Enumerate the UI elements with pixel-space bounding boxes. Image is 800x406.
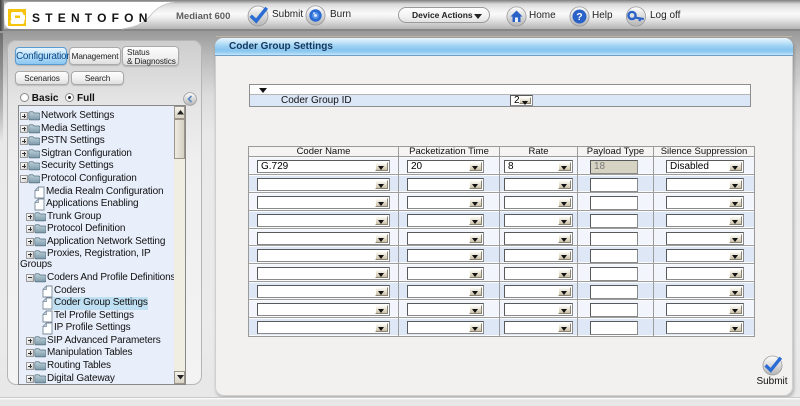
- svg-text:?: ?: [576, 11, 582, 23]
